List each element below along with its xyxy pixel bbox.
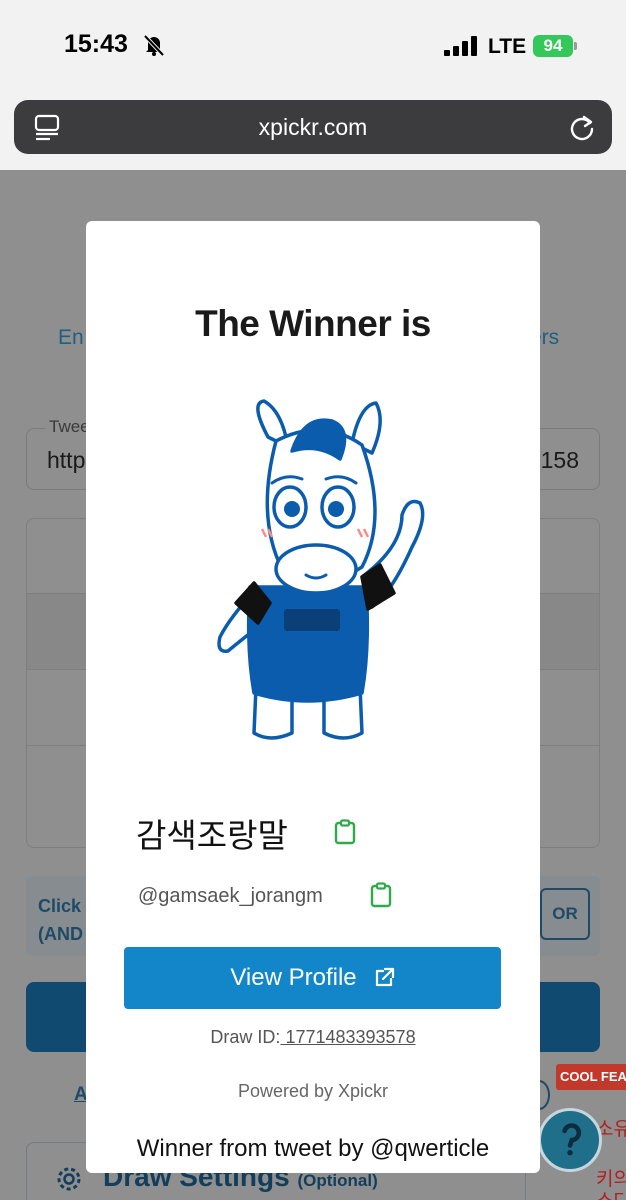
bg-field-value-left: http [47,447,86,473]
copy-handle-icon[interactable] [370,882,392,908]
modal-title: The Winner is [195,303,431,344]
winner-handle: @gamsaek_jorangm [138,885,323,907]
bg-field-value-right: 158 [540,447,579,473]
network-label: LTE [488,35,527,58]
bg-side-text-3: 소다 [596,1186,626,1200]
status-bar: 15:43 LTE 94 [0,0,626,94]
help-icon [562,1123,582,1156]
external-link-icon [375,967,394,987]
view-profile-button[interactable]: View Profile [124,947,501,1009]
bg-settings-optional: (Optional) [297,1171,378,1190]
bell-slash-icon [143,34,165,56]
powered-by: Powered by Xpickr [237,1081,389,1101]
bg-click-line1: Click [38,896,82,916]
url-text[interactable]: xpickr.com [14,100,612,154]
battery-indicator: 94 [533,35,573,57]
tweet-source: Winner from tweet by @qwerticle [136,1135,490,1162]
gear-icon [57,1167,81,1191]
help-button [538,1108,602,1172]
status-time: 15:43 [64,30,128,58]
battery-cap [574,42,577,50]
battery-level: 94 [543,36,563,55]
cool-features-badge: COOL FEAT [556,1064,626,1090]
draw-id-label: Draw ID: [210,1027,281,1047]
address-bar[interactable]: xpickr.com [14,100,612,154]
winner-avatar [217,399,425,740]
bg-or-button: OR [540,888,590,940]
bg-click-line2: (AND [38,924,83,944]
copy-name-icon[interactable] [334,819,356,845]
winner-name: 감색조랑말 [136,817,288,854]
winner-modal: The Winner is 감색조랑말 @gamsaek_jorangm Vie… [86,221,540,1173]
signal-icon [444,36,477,56]
browser-toolbar: xpickr.com [0,94,626,170]
view-profile-label: View Profile [230,964,357,991]
draw-id: Draw ID: 1771483393578 [86,1027,540,1048]
reload-icon[interactable] [568,113,596,141]
bg-tab-entries: En [58,326,84,349]
draw-id-link[interactable]: 1771483393578 [280,1027,415,1047]
